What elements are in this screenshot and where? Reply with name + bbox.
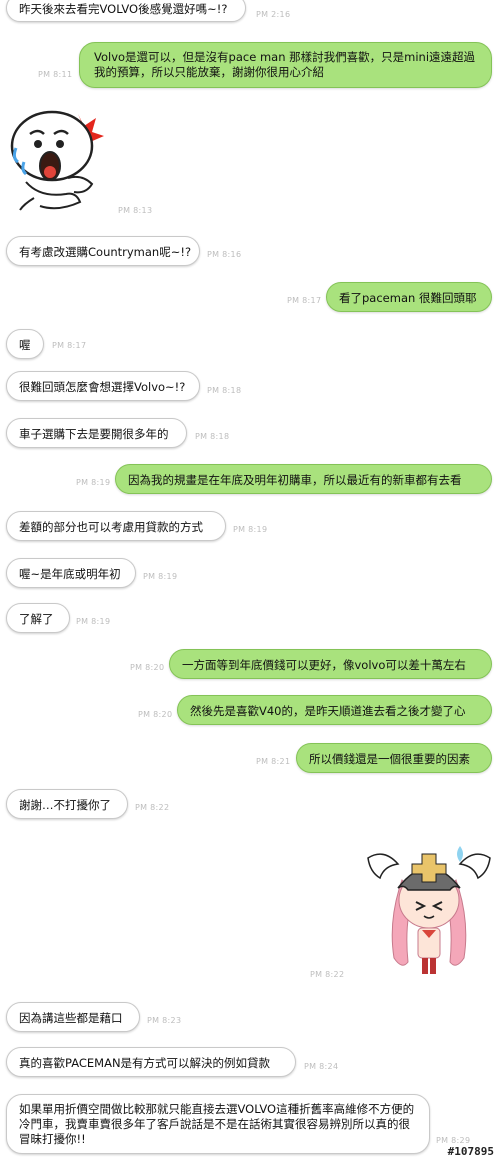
message-bubble-outgoing[interactable]: 因為我的規畫是在年底及明年初購車，所以最近有的新車都有去看 bbox=[115, 464, 492, 494]
message-timestamp: PM 8:19 bbox=[233, 525, 268, 534]
message-bubble-incoming[interactable]: 很難回頭怎麼會想選擇Volvo~!? bbox=[6, 371, 200, 401]
message-timestamp: PM 8:18 bbox=[207, 386, 242, 395]
message-bubble-outgoing[interactable]: 然後先是喜歡V40的，是昨天順道進去看之後才變了心 bbox=[177, 695, 492, 725]
shocked-character-sticker bbox=[10, 110, 104, 211]
message-timestamp: PM 8:19 bbox=[143, 572, 178, 581]
message-timestamp: PM 2:16 bbox=[256, 10, 291, 19]
winged-helmet-girl-sticker bbox=[367, 846, 491, 974]
message-timestamp: PM 8:19 bbox=[76, 617, 111, 626]
message-bubble-incoming[interactable]: 如果單用折價空間做比較那就只能直接去選VOLVO這種折舊率高維修不方便的冷門車，… bbox=[6, 1094, 430, 1154]
message-bubble-incoming[interactable]: 車子選購下去是要開很多年的 bbox=[6, 418, 187, 448]
message-bubble-incoming[interactable]: 有考慮改選購Countryman呢~!? bbox=[6, 236, 200, 266]
message-bubble-incoming[interactable]: 昨天後來去看完VOLVO後感覺還好嗎~!? bbox=[6, 0, 246, 22]
message-timestamp: PM 8:17 bbox=[52, 341, 87, 350]
watermark-label: #107895 bbox=[447, 1145, 494, 1158]
message-bubble-outgoing[interactable]: 所以價錢還是一個很重要的因素 bbox=[296, 743, 492, 773]
message-bubble-outgoing[interactable]: Volvo是還可以，但是沒有pace man 那樣討我們喜歡，只是mini遠遠超… bbox=[79, 42, 492, 88]
message-bubble-incoming[interactable]: 喔 bbox=[6, 329, 44, 359]
message-timestamp: PM 8:11 bbox=[38, 70, 73, 79]
message-bubble-incoming[interactable]: 喔~是年底或明年初 bbox=[6, 558, 136, 588]
message-timestamp: PM 8:18 bbox=[195, 432, 230, 441]
message-timestamp: PM 8:17 bbox=[287, 296, 322, 305]
message-timestamp: PM 8:22 bbox=[310, 970, 345, 979]
message-timestamp: PM 8:29 bbox=[436, 1136, 471, 1145]
message-bubble-incoming[interactable]: 差額的部分也可以考慮用貸款的方式 bbox=[6, 511, 226, 541]
message-bubble-outgoing[interactable]: 一方面等到年底價錢可以更好，像volvo可以差十萬左右 bbox=[169, 649, 492, 679]
message-bubble-incoming[interactable]: 了解了 bbox=[6, 603, 70, 633]
message-timestamp: PM 8:13 bbox=[118, 206, 153, 215]
message-timestamp: PM 8:19 bbox=[76, 478, 111, 487]
message-timestamp: PM 8:23 bbox=[147, 1016, 182, 1025]
message-timestamp: PM 8:20 bbox=[130, 663, 165, 672]
message-timestamp: PM 8:22 bbox=[135, 803, 170, 812]
message-bubble-incoming[interactable]: 因為講這些都是藉口 bbox=[6, 1002, 140, 1032]
message-timestamp: PM 8:16 bbox=[207, 250, 242, 259]
message-timestamp: PM 8:20 bbox=[138, 710, 173, 719]
message-timestamp: PM 8:21 bbox=[256, 757, 291, 766]
message-bubble-outgoing[interactable]: 看了paceman 很難回頭耶 bbox=[326, 282, 492, 312]
message-bubble-incoming[interactable]: 真的喜歡PACEMAN是有方式可以解決的例如貸款 bbox=[6, 1047, 296, 1077]
message-timestamp: PM 8:24 bbox=[304, 1062, 339, 1071]
message-bubble-incoming[interactable]: 謝謝…不打擾你了 bbox=[6, 789, 128, 819]
